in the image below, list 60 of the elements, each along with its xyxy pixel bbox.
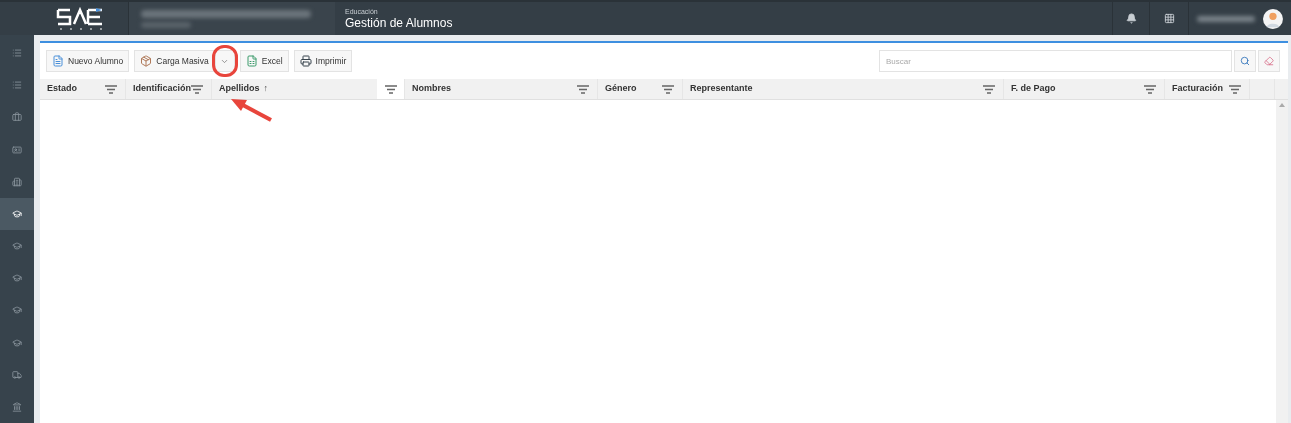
filter-icon[interactable] (983, 84, 995, 94)
graduation-cap-icon (12, 337, 22, 348)
truck-icon (12, 369, 22, 380)
column-label: Nombres (412, 82, 451, 96)
new-button[interactable]: Nuevo Alumno (46, 50, 130, 72)
document-icon (52, 55, 64, 67)
filter-icon[interactable] (384, 84, 397, 94)
sidebar-item[interactable] (0, 197, 34, 231)
graduation-cap-icon (12, 208, 22, 219)
scrollbar[interactable] (1276, 100, 1288, 423)
column-header[interactable]: Facturación (1165, 79, 1250, 99)
filter-icon[interactable] (105, 84, 117, 94)
column-header[interactable]: Representante (683, 79, 1004, 99)
list-icon (12, 80, 22, 91)
column-header[interactable]: Estado (40, 79, 126, 99)
briefcase-icon (12, 112, 22, 123)
filter-icon[interactable] (1229, 84, 1241, 94)
column-header[interactable]: Nombres (405, 79, 598, 99)
id-card-icon (12, 144, 22, 155)
filter-icon[interactable] (662, 84, 674, 94)
column-header[interactable]: Apellidos ↑ (212, 79, 405, 99)
column-label: Identificación (133, 82, 191, 96)
blurred-text (1197, 15, 1256, 22)
filter-icon[interactable] (577, 84, 589, 94)
excel-button[interactable]: Excel (239, 50, 289, 72)
scroll-up-icon[interactable] (1279, 103, 1285, 107)
column-label: Facturación (1172, 82, 1223, 96)
column-label: Representante (690, 82, 753, 96)
printer-icon (299, 55, 312, 67)
graduation-cap-icon (12, 305, 22, 316)
column-header[interactable]: Identificación (126, 79, 212, 99)
search-icon (1240, 56, 1250, 66)
sort-indicator[interactable]: ↑ (263, 82, 268, 96)
column-label: F. de Pago (1011, 82, 1056, 96)
page-title: Gestión de Alumnos (345, 17, 453, 29)
filter-icon[interactable] (191, 84, 203, 94)
column-label: Apellidos (219, 82, 260, 96)
bell-icon (1125, 13, 1137, 24)
building-icon (12, 176, 22, 187)
avatar[interactable] (1263, 7, 1283, 30)
search-button[interactable] (1234, 50, 1256, 72)
column-label: Estado (47, 82, 77, 96)
clear-button[interactable] (1258, 50, 1280, 72)
eraser-icon (1264, 56, 1274, 66)
column-header[interactable]: Género (598, 79, 683, 99)
search-field[interactable]: Buscar (879, 50, 1232, 72)
graduation-cap-icon (12, 241, 22, 252)
list-icon (12, 48, 22, 59)
upload-button[interactable]: Carga Masiva (134, 50, 215, 72)
column-label: Género (605, 82, 637, 96)
graduation-cap-icon (12, 273, 22, 284)
print-button[interactable]: Imprimir (293, 50, 353, 72)
grid-icon (1163, 13, 1175, 24)
filter-icon[interactable] (1144, 84, 1156, 94)
box-icon (140, 55, 153, 67)
spreadsheet-icon (245, 55, 258, 67)
bank-icon (12, 401, 22, 412)
blurred-text (141, 21, 191, 28)
annotation-arrow (228, 98, 273, 122)
column-header[interactable]: F. de Pago (1004, 79, 1165, 99)
